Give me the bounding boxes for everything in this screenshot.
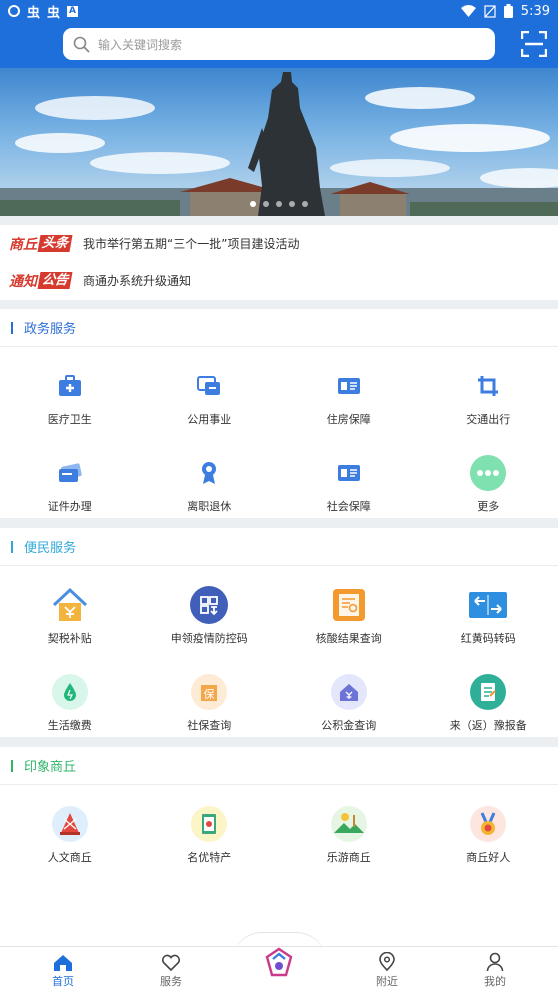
service-social-insurance-query[interactable]: 保 社保查询 <box>140 653 280 740</box>
status-time: 5:39 <box>520 3 550 19</box>
section-header: 便民服务 <box>0 528 558 566</box>
user-icon <box>486 952 504 972</box>
service-nucleic-result[interactable]: 核酸结果查询 <box>279 566 419 653</box>
section-impression-shangqiu: 印象商丘 人文商丘 名优特产 乐游商丘 商丘好人 <box>0 747 558 946</box>
wifi-icon <box>460 5 476 17</box>
house-yuan-icon <box>51 586 89 624</box>
section-header: 政务服务 <box>0 309 558 347</box>
a-icon: A <box>67 5 79 17</box>
travel-icon <box>330 805 368 843</box>
carousel-indicator[interactable] <box>250 201 308 207</box>
service-good-people[interactable]: 商丘好人 <box>419 785 558 872</box>
clipboard-icon <box>469 673 507 711</box>
service-transport[interactable]: 交通出行 <box>419 347 558 434</box>
signal-icon <box>484 4 496 18</box>
id-card-icon <box>330 454 368 492</box>
search-icon <box>73 36 90 52</box>
news-notice-row[interactable]: 通知 公告 商通办系统升级通知 <box>0 262 558 299</box>
scan-icon[interactable] <box>521 31 547 57</box>
report-search-icon <box>330 586 368 624</box>
service-deed-tax-subsidy[interactable]: 契税补贴 <box>0 566 140 653</box>
transfer-icon <box>469 586 508 624</box>
heart-icon <box>161 954 181 972</box>
tab-center-logo[interactable] <box>239 947 319 992</box>
service-more[interactable]: 更多 <box>419 434 558 521</box>
bug-icon: 虫 <box>27 5 41 21</box>
utility-icon <box>190 367 228 405</box>
tab-home[interactable]: 首页 <box>23 947 103 992</box>
home-icon <box>54 955 72 971</box>
crop-icon <box>469 367 507 405</box>
service-utility-payment[interactable]: 生活缴费 <box>0 653 140 740</box>
service-utility[interactable]: 公用事业 <box>140 347 280 434</box>
search-input[interactable]: 输入关键词搜索 <box>63 28 495 60</box>
notification-icon <box>8 5 20 17</box>
medical-kit-icon <box>51 367 89 405</box>
status-bar: 虫 虫 A 5:39 <box>0 0 558 22</box>
bug-icon-2: 虫 <box>47 5 61 21</box>
service-provident-fund-query[interactable]: 公积金查询 <box>279 653 419 740</box>
service-social-security[interactable]: 社会保障 <box>279 434 419 521</box>
location-icon <box>379 952 395 972</box>
news-panel: 商丘 头条 我市举行第五期“三个一批”项目建设活动 通知 公告 商通办系统升级通知 <box>0 225 558 300</box>
card-icon <box>51 454 89 492</box>
service-retirement[interactable]: 离职退休 <box>140 434 280 521</box>
notice-text: 商通办系统升级通知 <box>83 274 192 288</box>
service-henan-report[interactable]: 来（返）豫报备 <box>419 653 558 740</box>
headline-text: 我市举行第五期“三个一批”项目建设活动 <box>83 237 300 251</box>
insurance-icon: 保 <box>190 673 228 711</box>
center-logo-icon <box>265 947 293 977</box>
battery-icon <box>503 4 513 18</box>
tab-nearby[interactable]: 附近 <box>347 947 427 992</box>
bottom-tab-bar: 首页 服务 附近 我的 <box>0 946 558 992</box>
section-title: 印象商丘 <box>24 760 77 775</box>
qr-code-icon <box>190 586 229 624</box>
service-code-transfer[interactable]: 红黄码转码 <box>419 566 558 653</box>
medal-icon <box>190 454 228 492</box>
section-gov-services: 政务服务 医疗卫生 公用事业 住房保障 交通出行 证件办理 离职退休 社会保障 … <box>0 309 558 518</box>
specialty-icon <box>190 805 228 843</box>
tab-services[interactable]: 服务 <box>131 947 211 992</box>
section-header: 印象商丘 <box>0 747 558 785</box>
culture-icon <box>51 805 89 843</box>
service-culture[interactable]: 人文商丘 <box>0 785 140 872</box>
section-life-services: 便民服务 契税补贴 申领疫情防控码 核酸结果查询 红黄码转码 生活缴费 保 社保… <box>0 528 558 737</box>
housing-id-icon <box>330 367 368 405</box>
section-title: 政务服务 <box>24 322 77 337</box>
headline-tag: 商丘 头条 <box>9 235 73 253</box>
service-certificate[interactable]: 证件办理 <box>0 434 140 521</box>
service-travel[interactable]: 乐游商丘 <box>279 785 419 872</box>
water-drop-icon <box>51 673 89 711</box>
notice-tag: 通知 公告 <box>9 272 73 290</box>
service-epidemic-code[interactable]: 申领疫情防控码 <box>140 566 280 653</box>
service-medical[interactable]: 医疗卫生 <box>0 347 140 434</box>
header: 输入关键词搜索 <box>0 22 558 68</box>
service-specialty[interactable]: 名优特产 <box>140 785 280 872</box>
svg-text:保: 保 <box>204 687 215 701</box>
banner-image <box>0 72 558 216</box>
search-placeholder: 输入关键词搜索 <box>98 37 183 52</box>
banner-carousel[interactable] <box>0 68 558 216</box>
service-housing[interactable]: 住房保障 <box>279 347 419 434</box>
fund-house-icon <box>330 673 368 711</box>
tab-mine[interactable]: 我的 <box>455 947 535 992</box>
news-headline-row[interactable]: 商丘 头条 我市举行第五期“三个一批”项目建设活动 <box>0 225 558 262</box>
section-title: 便民服务 <box>24 541 77 556</box>
more-icon <box>469 454 507 492</box>
good-person-medal-icon <box>469 805 507 843</box>
